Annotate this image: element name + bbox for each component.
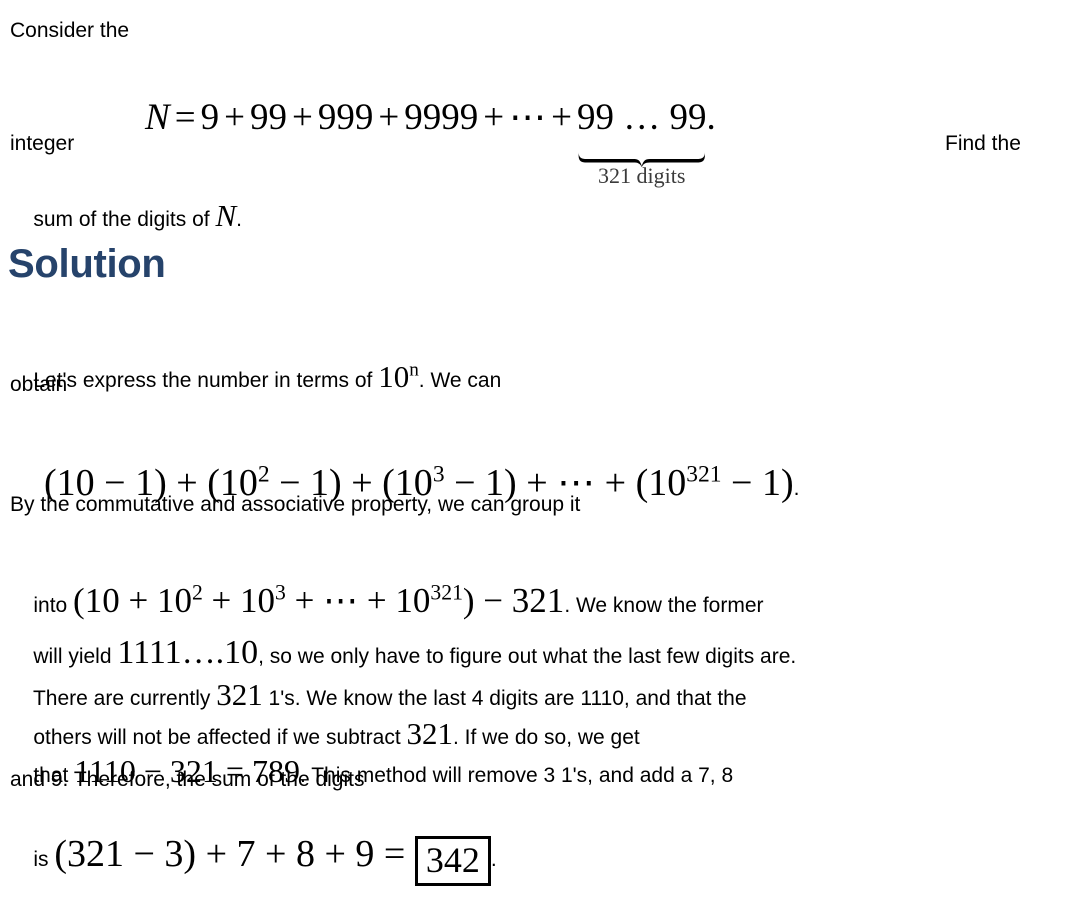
expand-group-4-tail: − 1) bbox=[721, 462, 794, 504]
equation-ellipsis: ⋯ bbox=[509, 97, 547, 138]
equation-period: . bbox=[706, 97, 716, 138]
page-title-solution: Solution bbox=[8, 242, 166, 286]
problem-intro-text: Consider the bbox=[10, 19, 130, 42]
solution-display-equation-1: (10 − 1) + (102 − 1) + (103 − 1) + ⋯ + (… bbox=[6, 414, 799, 558]
solution-p1-math-power: 10n bbox=[378, 359, 419, 394]
underbrace-group: 99 … 99 321 digits bbox=[577, 96, 707, 188]
problem-closing-post: . bbox=[236, 208, 242, 231]
final-period: . bbox=[490, 848, 497, 871]
equation-plus-4: + bbox=[483, 97, 505, 138]
final-pre-text: is bbox=[33, 848, 55, 871]
equation-term-3: 999 bbox=[317, 97, 374, 138]
solution-line-and-nine: and 9. Therefore, the sum of the digits bbox=[10, 768, 365, 791]
equation-term-2: 99 bbox=[249, 97, 287, 138]
problem-closing-pre: sum of the digits of bbox=[33, 208, 216, 231]
equation-plus-5: + bbox=[551, 97, 572, 138]
that-post-text: . This method will remove 3 1's, and add… bbox=[299, 764, 734, 787]
solution-final-line: is (321 − 3) + 7 + 8 + 9 = 342. bbox=[10, 806, 497, 916]
into-exponent-3: 321 bbox=[430, 580, 463, 605]
final-math-expression: (321 − 3) + 7 + 8 + 9 = bbox=[54, 833, 415, 875]
solution-paragraph-1-line-1: Let's express the number in terms of 10n… bbox=[10, 332, 501, 426]
solution-paragraph-2: By the commutative and associative prope… bbox=[10, 493, 581, 516]
equation-plus-3: + bbox=[378, 97, 400, 138]
underbrace-curly-icon bbox=[577, 134, 707, 167]
answer-box: 342 bbox=[414, 836, 491, 886]
equation-lhs-N: N bbox=[145, 97, 170, 138]
document-page: Consider the N = 9 +99 +999 +9999 + ⋯ +99 … 99 32… bbox=[0, 0, 1080, 886]
into-exponent-2: 3 bbox=[275, 580, 286, 605]
solution-p1-pre: Let's express the number in terms of bbox=[33, 369, 379, 392]
underbrace-label: 321 digits bbox=[597, 163, 686, 188]
expand-group-4-exponent: 321 bbox=[686, 461, 722, 488]
equation-equals-sign: = bbox=[174, 97, 196, 138]
expand-plus-4: + bbox=[604, 462, 627, 504]
equation-term-4: 9999 bbox=[404, 97, 479, 138]
expand-group-4-base: (10 bbox=[635, 462, 687, 504]
solution-paragraph-1-line-2: obtain bbox=[10, 373, 68, 396]
expand-group-2-exponent: 2 bbox=[257, 461, 270, 488]
problem-find-the-text: Find the bbox=[945, 132, 1021, 155]
equation-term-1: 9 bbox=[200, 97, 220, 138]
into-exponent-1: 2 bbox=[191, 580, 203, 605]
expand-group-3-exponent: 3 bbox=[432, 461, 445, 488]
problem-closing-math-N: N bbox=[215, 198, 237, 233]
expand-trailing-period: . bbox=[793, 477, 800, 500]
equation-plus-1: + bbox=[224, 97, 245, 138]
problem-integer-word: integer bbox=[10, 132, 75, 155]
problem-display-equation: N = 9 +99 +999 +9999 + ⋯ +99 … 99 321 digits. bbox=[108, 52, 716, 188]
solution-p1-base: 10 bbox=[378, 359, 410, 394]
solution-p1-exponent: n bbox=[409, 359, 419, 381]
equation-plus-2: + bbox=[291, 97, 313, 138]
solution-p1-post: . We can bbox=[418, 369, 502, 392]
expand-group-4: (10321 − 1) bbox=[636, 462, 794, 504]
